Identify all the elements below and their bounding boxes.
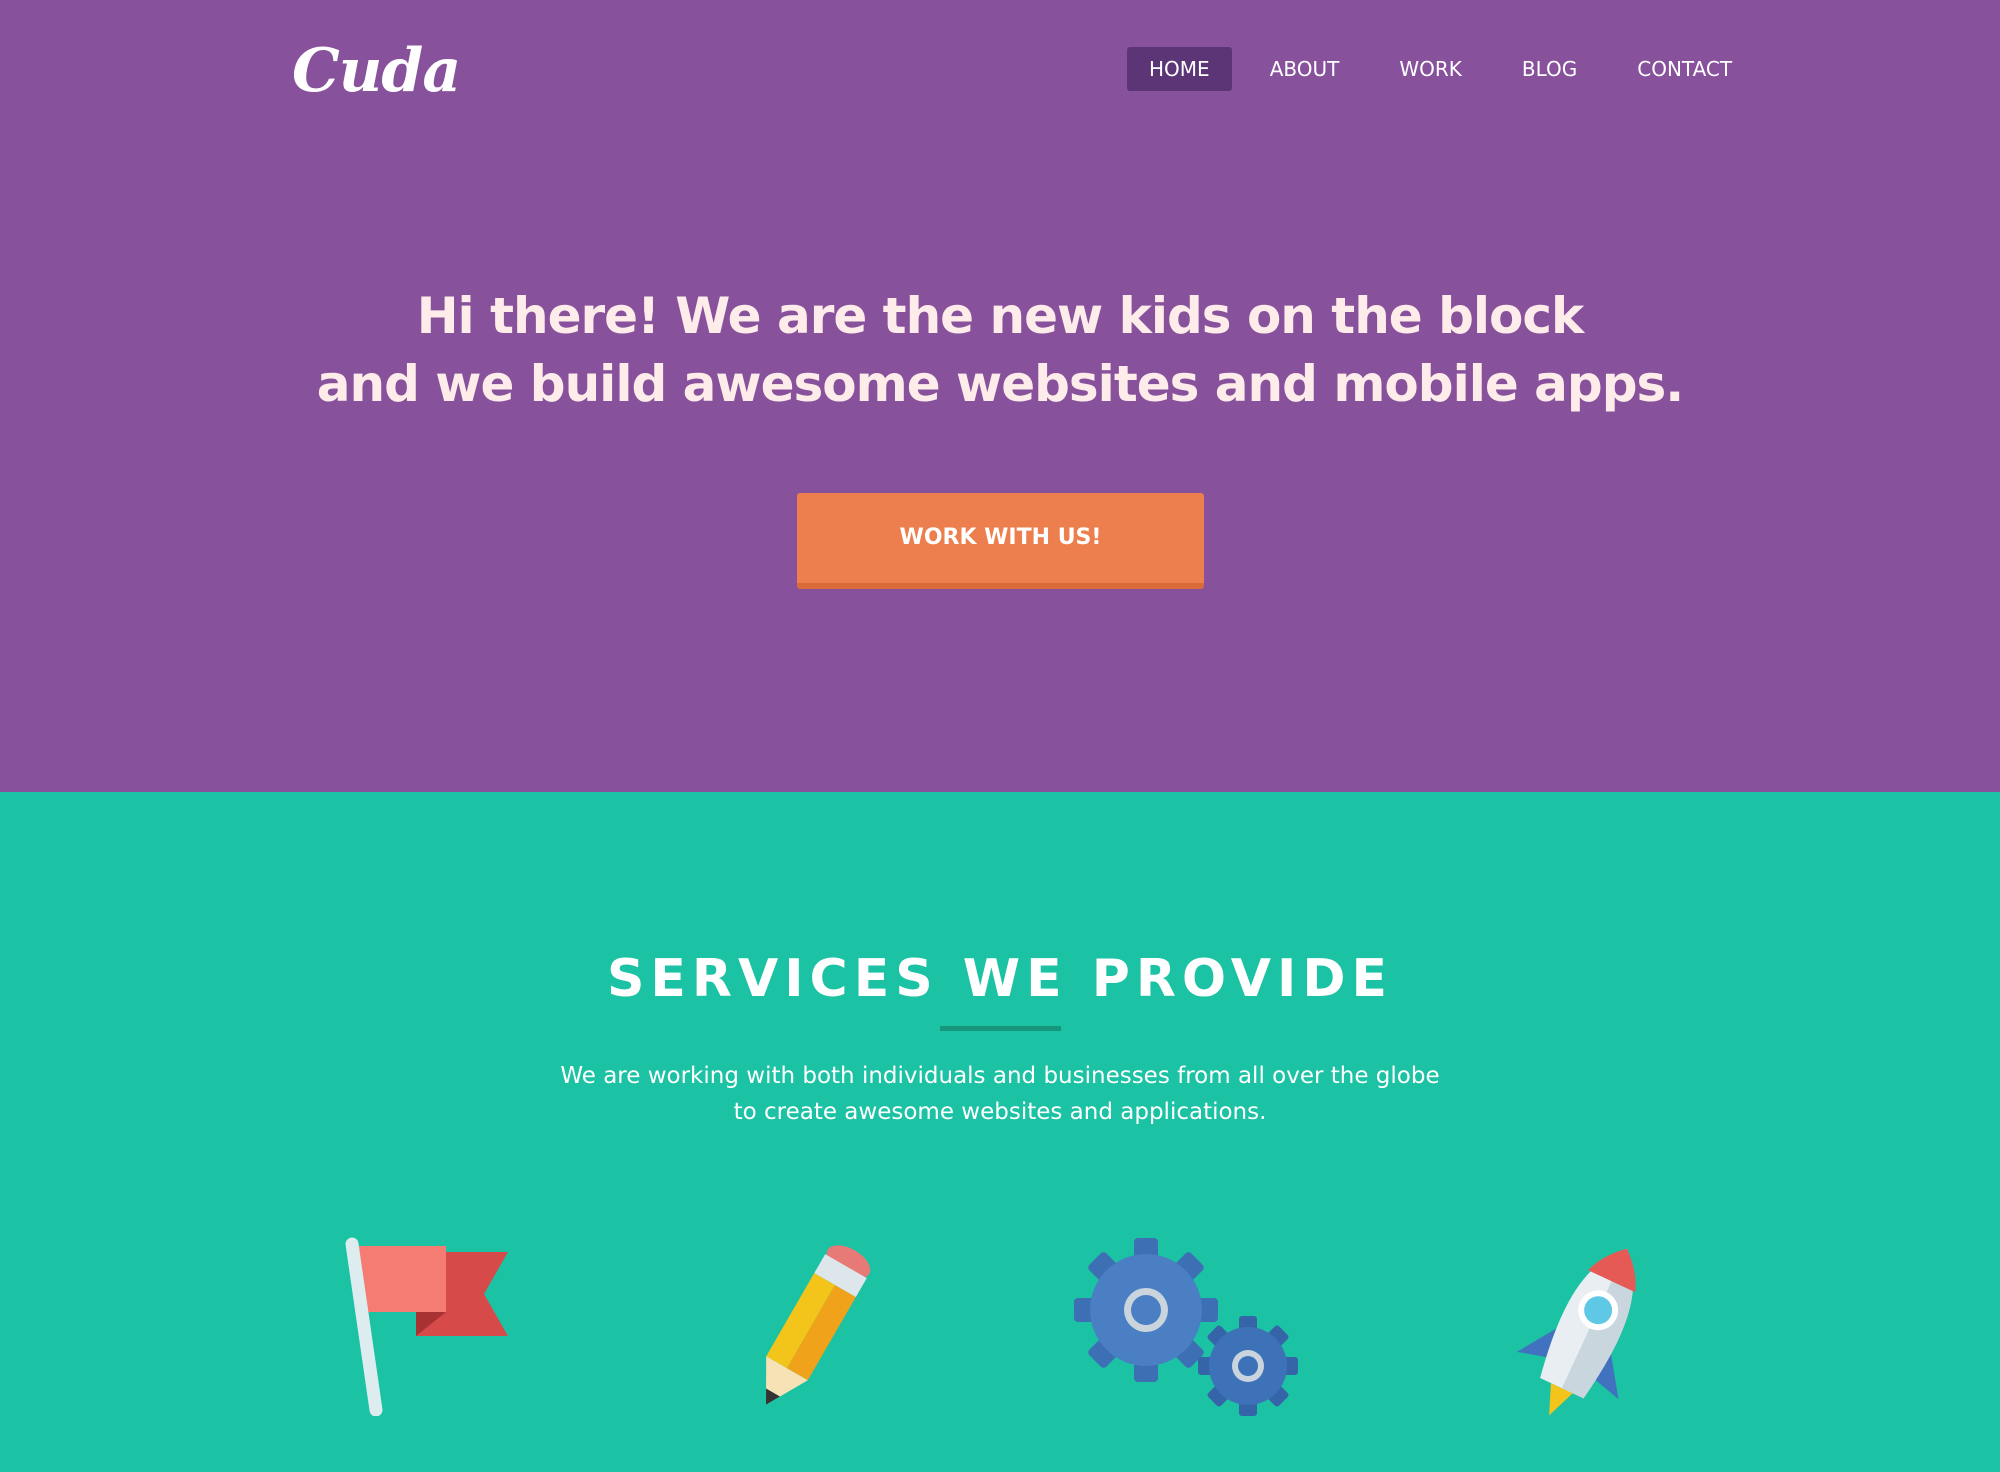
main-nav: HOME ABOUT WORK BLOG CONTACT — [1127, 47, 1770, 91]
nav-item-blog[interactable]: BLOG — [1500, 47, 1599, 91]
rocket-icon — [1516, 1248, 1636, 1416]
nav-item-work[interactable]: WORK — [1377, 47, 1484, 91]
logo[interactable]: Cuda — [292, 32, 461, 110]
services-section — [0, 792, 2000, 1472]
hero-title: Hi there! We are the new kids on the blo… — [0, 282, 2000, 418]
services-description: We are working with both individuals and… — [0, 1058, 2000, 1130]
nav-item-contact[interactable]: CONTACT — [1615, 47, 1754, 91]
gears-icon — [1074, 1238, 1298, 1416]
work-with-us-button[interactable]: WORK WITH US! — [797, 493, 1204, 589]
title-divider — [940, 1026, 1061, 1031]
nav-item-about[interactable]: ABOUT — [1248, 47, 1362, 91]
hero-title-line-1: Hi there! We are the new kids on the blo… — [416, 287, 1585, 345]
services-description-line-2: to create awesome websites and applicati… — [733, 1099, 1267, 1125]
services-title: SERVICES WE PROVIDE — [606, 949, 1394, 1009]
hero-title-line-2: and we build awesome websites and mobile… — [316, 355, 1685, 413]
flag-icon — [345, 1237, 508, 1416]
pencil-icon — [766, 1245, 871, 1405]
nav-item-home[interactable]: HOME — [1127, 47, 1232, 91]
services-description-line-1: We are working with both individuals and… — [560, 1063, 1440, 1089]
